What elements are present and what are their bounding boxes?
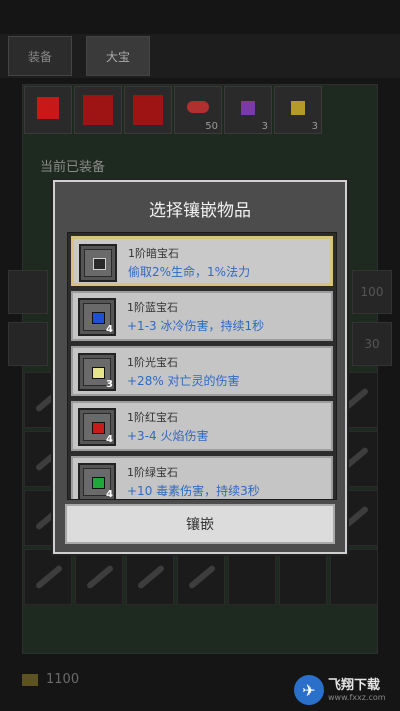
- watermark-text-block: 飞翔下载 www.fxxz.com: [328, 677, 386, 702]
- gem-slot[interactable]: [124, 86, 172, 134]
- blue-gem-icon: [92, 312, 105, 324]
- weapon-icon: [136, 564, 166, 590]
- gem-list-item-dark[interactable]: 1阶暗宝石 偷取2%生命，1%法力: [71, 236, 333, 286]
- gem-icon-frame: [79, 244, 117, 282]
- gem-count: 4: [106, 489, 113, 500]
- inventory-slot[interactable]: [228, 549, 276, 605]
- tab-treasure[interactable]: 大宝: [86, 36, 150, 76]
- gem-description: +28% 对亡灵的伤害: [127, 374, 240, 388]
- gem-icon-frame: 4: [78, 298, 116, 336]
- inventory-slot[interactable]: [75, 549, 123, 605]
- gem-description: 偷取2%生命，1%法力: [128, 265, 251, 279]
- gem-count: 4: [106, 434, 113, 445]
- dark-gem-icon: [93, 258, 106, 270]
- side-value-right: 30: [352, 322, 392, 366]
- gem-name: 1阶蓝宝石: [127, 301, 178, 314]
- side-button-left[interactable]: [8, 322, 48, 366]
- side-value-right: 100: [352, 270, 392, 314]
- weapon-icon: [187, 564, 217, 590]
- purple-gem-icon: [241, 101, 255, 115]
- coin-icon: [22, 673, 38, 686]
- gem-slot[interactable]: [74, 86, 122, 134]
- weapon-icon: [34, 564, 64, 590]
- gem-icon-frame: 3: [78, 353, 116, 391]
- inventory-slot[interactable]: [126, 549, 174, 605]
- coin-amount: 1100: [46, 672, 80, 687]
- gem-icon-frame: 4: [78, 408, 116, 446]
- gem-name: 1阶暗宝石: [128, 247, 179, 260]
- gem-icon-frame: 4: [78, 463, 116, 500]
- watermark-logo-icon: ✈: [294, 675, 324, 705]
- green-gem-icon: [92, 477, 105, 489]
- red-leaf-icon: [187, 101, 209, 113]
- gem-description: +3-4 火焰伤害: [127, 429, 209, 443]
- light-gem-icon: [92, 367, 105, 379]
- red-gem-icon: [37, 97, 59, 119]
- tab-equipment[interactable]: 装备: [8, 36, 72, 76]
- inlay-button[interactable]: 镶嵌: [65, 504, 335, 544]
- gem-name: 1阶光宝石: [127, 356, 178, 369]
- inventory-slot[interactable]: [177, 549, 225, 605]
- inventory-slot[interactable]: [279, 549, 327, 605]
- gem-list-item-blue[interactable]: 4 1阶蓝宝石 +1-3 冰冷伤害，持续1秒: [71, 291, 333, 341]
- red-gem-icon: [92, 422, 105, 434]
- inventory-slot[interactable]: [24, 549, 72, 605]
- gem-count: 3: [106, 379, 113, 390]
- gem-slot[interactable]: 50: [174, 86, 222, 134]
- gem-slot[interactable]: [24, 86, 72, 134]
- equipped-label: 当前已装备: [40, 160, 106, 175]
- gem-slot[interactable]: 3: [274, 86, 322, 134]
- red-armor-icon: [133, 95, 163, 125]
- gem-slot[interactable]: 3: [224, 86, 272, 134]
- watermark-url: www.fxxz.com: [328, 692, 386, 702]
- gem-select-dialog: 选择镶嵌物品 1阶暗宝石 偷取2%生命，1%法力 4 1阶蓝宝石 +1-3 冰冷…: [53, 180, 347, 554]
- gem-list-item-red[interactable]: 4 1阶红宝石 +3-4 火焰伤害: [71, 401, 333, 451]
- weapon-icon: [85, 564, 115, 590]
- dialog-title: 选择镶嵌物品: [149, 201, 251, 221]
- yellow-gem-icon: [291, 101, 305, 115]
- coin-display: 1100: [22, 672, 79, 687]
- gem-slot-row: 50 3 3: [24, 86, 322, 134]
- inventory-slot[interactable]: [330, 549, 378, 605]
- gem-name: 1阶绿宝石: [127, 466, 178, 479]
- gem-count: 4: [106, 324, 113, 335]
- gem-description: +1-3 冰冷伤害，持续1秒: [127, 319, 265, 333]
- gem-icon-bg: [84, 249, 112, 277]
- red-armor-icon: [83, 95, 113, 125]
- gem-description: +10 毒素伤害，持续3秒: [127, 484, 260, 498]
- gem-list-item-light[interactable]: 3 1阶光宝石 +28% 对亡灵的伤害: [71, 346, 333, 396]
- watermark: ✈ 飞翔下载 www.fxxz.com: [294, 673, 394, 707]
- watermark-text: 飞翔下载: [328, 677, 381, 693]
- gem-list-item-green[interactable]: 4 1阶绿宝石 +10 毒素伤害，持续3秒: [71, 456, 333, 500]
- gem-name: 1阶红宝石: [127, 411, 178, 424]
- gem-list[interactable]: 1阶暗宝石 偷取2%生命，1%法力 4 1阶蓝宝石 +1-3 冰冷伤害，持续1秒…: [67, 232, 337, 500]
- side-button-left[interactable]: [8, 270, 48, 314]
